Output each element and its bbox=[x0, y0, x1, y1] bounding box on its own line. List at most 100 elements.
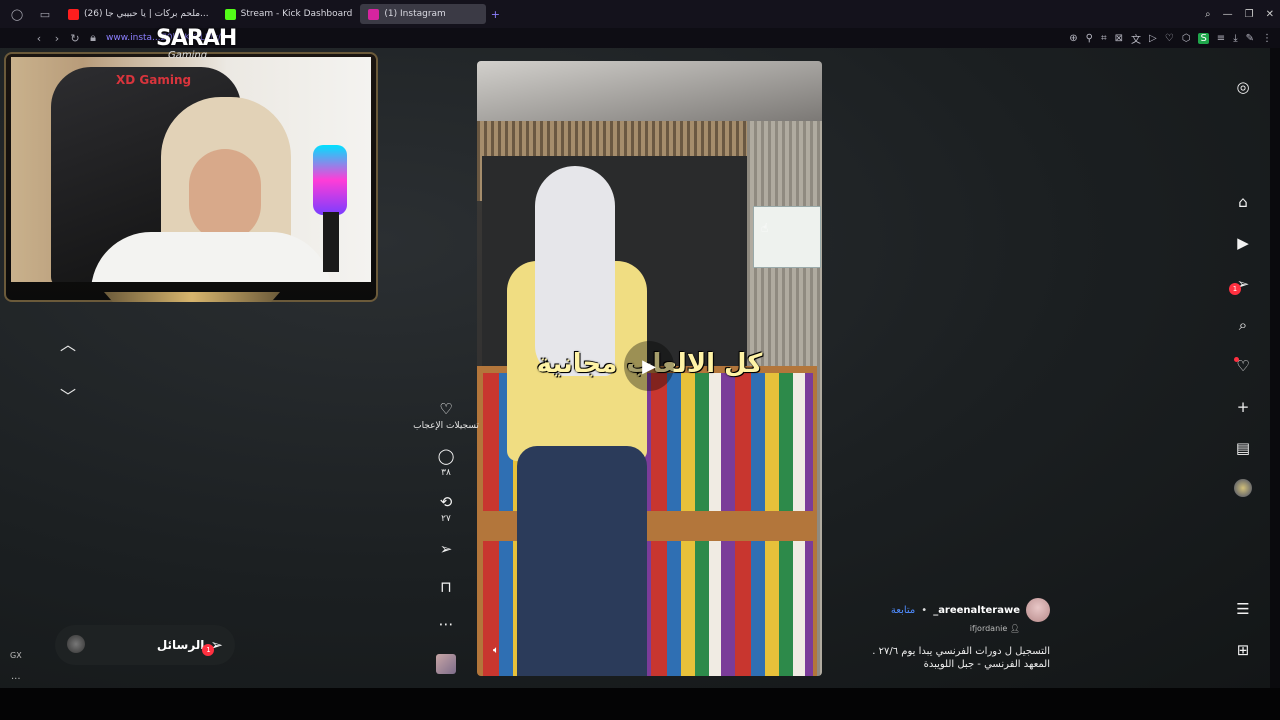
separator-dot: • bbox=[921, 604, 928, 616]
reel-video[interactable]: كل الالعاب مجانية ▶ 🔈︎ ☝︎ bbox=[477, 61, 822, 676]
messages-avatar bbox=[67, 635, 85, 653]
tab-instagram[interactable]: (1) Instagram bbox=[360, 4, 487, 24]
search-icon[interactable]: ⌕ bbox=[1205, 9, 1211, 20]
lock-icon: 🔒︎ bbox=[90, 31, 96, 44]
tab-label: Stream - Kick Dashboard bbox=[240, 9, 353, 19]
bottom-strip bbox=[0, 688, 1280, 720]
save-button[interactable]: ⊓ bbox=[410, 578, 482, 596]
author-username[interactable]: areenalterawe_ bbox=[933, 605, 1020, 616]
reel-description: التسجيل ل دورات الفرنسي يبدا يوم ٢٧/٦ . … bbox=[855, 645, 1050, 671]
reload-icon[interactable]: ↻ bbox=[66, 32, 84, 45]
messages-badge: 1 bbox=[1229, 283, 1241, 295]
webcam-video: XD Gaming bbox=[11, 57, 371, 282]
streamer-face bbox=[189, 149, 261, 241]
maximize-icon[interactable]: ❐ bbox=[1245, 9, 1254, 20]
plus-icon[interactable]: + bbox=[486, 8, 504, 21]
follow-button[interactable]: متابعة bbox=[891, 605, 915, 616]
create-icon[interactable]: + bbox=[1232, 396, 1254, 418]
instagram-logo-icon[interactable]: ◎ bbox=[1232, 76, 1254, 98]
mouse-cursor-icon: ☝︎ bbox=[761, 221, 769, 235]
youtube-icon bbox=[68, 8, 79, 20]
author-avatar[interactable] bbox=[1026, 598, 1050, 622]
messages-button[interactable]: الرسائل ➢ 1 bbox=[55, 625, 235, 665]
user-icon: 👤︎ bbox=[1009, 624, 1020, 633]
comment-icon: ◯ bbox=[437, 447, 455, 465]
search-icon[interactable]: ⌕ bbox=[1232, 314, 1254, 336]
shield-icon[interactable]: S bbox=[1198, 32, 1209, 44]
reposts-count: ٢٧ bbox=[441, 514, 451, 524]
minimize-icon[interactable]: — bbox=[1223, 9, 1233, 20]
tab-label: (1) Instagram bbox=[384, 9, 446, 19]
play-icon: ▶ bbox=[642, 355, 656, 377]
mute-icon[interactable]: 🔈︎ bbox=[493, 645, 499, 656]
insights-icon[interactable]: ▤ bbox=[1232, 437, 1254, 459]
play-icon[interactable]: ▷ bbox=[1149, 33, 1157, 44]
gx-label[interactable]: GX bbox=[10, 651, 22, 660]
author-line: areenalterawe_ • متابعة bbox=[855, 598, 1050, 622]
menu-icon[interactable]: ☰ bbox=[1232, 598, 1254, 620]
microphone-arm bbox=[323, 212, 339, 272]
heart-icon[interactable]: ♡ bbox=[1165, 33, 1174, 44]
adblock-icon[interactable]: ⊠ bbox=[1115, 33, 1123, 44]
tab-label: (26) ملحم بركات | يا حبيبي جا... bbox=[84, 9, 209, 19]
apps-icon[interactable]: ⊞ bbox=[1232, 639, 1254, 661]
reels-icon[interactable]: ▶ bbox=[1232, 232, 1254, 254]
video-person-jeans bbox=[517, 446, 647, 676]
page-scrollbar[interactable] bbox=[1270, 48, 1280, 688]
bookmark-icon: ⊓ bbox=[440, 578, 452, 596]
kick-icon bbox=[224, 8, 236, 20]
microphone bbox=[313, 145, 347, 215]
browser-tab-bar: ◯ ▭ (26) ملحم بركات | يا حبيبي جا... Str… bbox=[0, 0, 1280, 28]
send-icon: ➢ bbox=[439, 540, 453, 558]
stream-logo-sub: Gaming bbox=[168, 50, 208, 61]
likes-label: تسجيلات الإعجاب bbox=[413, 421, 479, 431]
profile-avatar[interactable] bbox=[1234, 479, 1252, 497]
chevron-down-icon: ﹀ bbox=[59, 387, 76, 406]
video-person-hijab bbox=[535, 166, 615, 376]
repost-button[interactable]: ⟲ ٢٧ bbox=[410, 493, 482, 524]
chevron-up-icon: ︿ bbox=[59, 335, 76, 354]
opera-logo-icon[interactable]: ◯ bbox=[8, 8, 26, 21]
translate-icon[interactable]: 文 bbox=[1131, 31, 1141, 46]
notifications-dot bbox=[1234, 357, 1239, 362]
menu-icon[interactable]: ⋮ bbox=[1262, 33, 1272, 44]
more-icon: ⋯ bbox=[438, 615, 454, 633]
collaborator[interactable]: 👤︎ ifjordanie bbox=[855, 624, 1020, 633]
previous-reel-button[interactable]: ︿ bbox=[52, 327, 84, 359]
window-controls: ⌕ — ❐ ✕ bbox=[1199, 9, 1280, 20]
tab-youtube[interactable]: (26) ملحم بركات | يا حبيبي جا... bbox=[60, 4, 217, 24]
chair-brand: XD Gaming bbox=[116, 73, 192, 87]
easy-setup-icon[interactable]: ≡ bbox=[1217, 33, 1225, 44]
zoom-icon[interactable]: ⊕ bbox=[1069, 33, 1077, 44]
tab-manager-icon[interactable]: ▭ bbox=[36, 8, 54, 21]
pin-icon[interactable]: ⚲ bbox=[1086, 33, 1093, 44]
like-button[interactable]: ♡ تسجيلات الإعجاب bbox=[410, 400, 482, 431]
webcam-bar bbox=[104, 292, 280, 302]
share-button[interactable]: ➢ bbox=[410, 540, 482, 558]
more-options-button[interactable]: ⋯ bbox=[410, 615, 482, 633]
play-button[interactable]: ▶ bbox=[624, 341, 674, 391]
send-icon: ➢ 1 bbox=[202, 636, 223, 656]
audio-thumbnail[interactable] bbox=[436, 654, 456, 674]
repost-icon: ⟲ bbox=[439, 493, 453, 511]
ai-icon[interactable]: ✎ bbox=[1246, 33, 1254, 44]
screenshot-icon[interactable]: ⌗ bbox=[1101, 33, 1107, 44]
streamer-shirt bbox=[91, 232, 331, 282]
extensions-toolbar: ⊕ ⚲ ⌗ ⊠ 文 ▷ ♡ ⬡ S ≡ ⤓ ✎ ⋮ bbox=[1065, 31, 1280, 46]
tab-kick-dashboard[interactable]: Stream - Kick Dashboard bbox=[217, 4, 361, 24]
forward-icon[interactable]: › bbox=[48, 32, 66, 45]
reel-author: areenalterawe_ • متابعة 👤︎ ifjordanie ال… bbox=[855, 598, 1050, 671]
heart-icon: ♡ bbox=[439, 400, 453, 418]
download-icon[interactable]: ⤓ bbox=[1233, 33, 1237, 44]
description-line: المعهد الفرنسي - جبل اللويبدة bbox=[923, 659, 1050, 670]
next-reel-button[interactable]: ﹀ bbox=[52, 379, 84, 411]
sidebar-more-icon[interactable]: ... bbox=[11, 671, 21, 682]
close-icon[interactable]: ✕ bbox=[1266, 9, 1274, 20]
messages-label: الرسائل bbox=[156, 638, 205, 652]
video-map-sign bbox=[753, 206, 821, 268]
back-icon[interactable]: ‹ bbox=[30, 32, 48, 45]
home-icon[interactable]: ⌂ bbox=[1232, 191, 1254, 213]
extensions-icon[interactable]: ⬡ bbox=[1182, 33, 1191, 44]
comment-button[interactable]: ◯ ٣٨ bbox=[410, 447, 482, 478]
messages-pill-badge: 1 bbox=[202, 644, 215, 656]
